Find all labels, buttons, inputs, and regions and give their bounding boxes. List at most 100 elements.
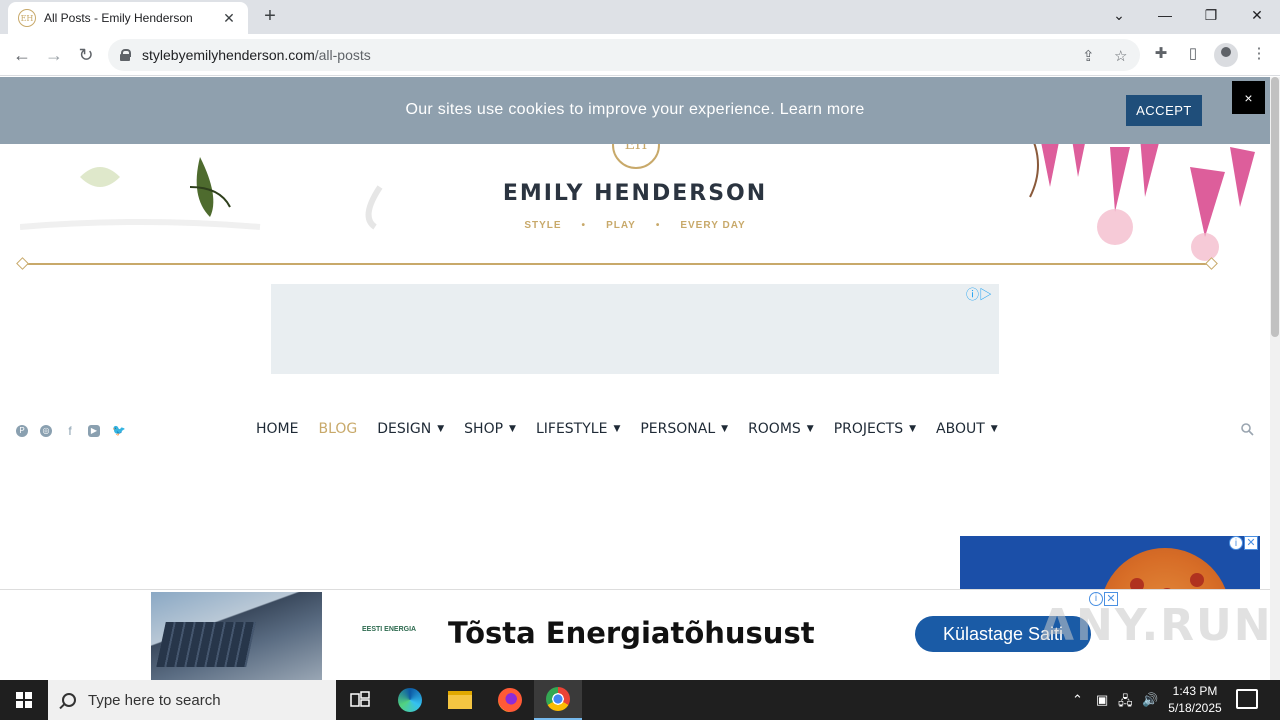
nav-label: DESIGN [377,421,432,437]
cookie-banner: Our sites use cookies to improve your ex… [0,77,1270,144]
nav-blog[interactable]: BLOG [318,421,357,437]
search-icon [62,693,76,707]
share-icon[interactable]: ⇪ [1082,47,1095,65]
tab-close-icon[interactable]: ✕ [220,10,238,27]
edge-icon[interactable] [386,680,434,720]
nav-label: ABOUT [936,421,985,437]
tab-title: All Posts - Emily Henderson [44,11,193,25]
minimize-button[interactable]: — [1142,0,1188,30]
browser-toolbar: ← → ↻ stylebyemilyhenderson.com/all-post… [0,34,1280,76]
bookmark-star-icon[interactable]: ☆ [1114,47,1127,65]
ad-brand-logo: EESTI ENERGIA [362,626,417,633]
forward-icon[interactable]: → [40,41,68,69]
site-tagline: STYLE • PLAY • EVERY DAY [435,220,835,231]
nav-label: BLOG [318,421,358,437]
dropdown-caret-icon: ▼ [909,424,917,434]
divider-diamond-left [16,257,29,270]
page-scrollbar[interactable] [1270,77,1280,680]
file-explorer-icon[interactable] [436,680,484,720]
facebook-icon[interactable]: f [64,425,76,437]
ad-info-icon[interactable]: i [1229,536,1243,550]
windows-taskbar: Type here to search ⌃ ▣ 🖧 🔊 1:43 PM 5/18… [0,680,1280,720]
task-view-icon[interactable] [336,680,384,720]
url-path: /all-posts [314,47,371,63]
nav-shop[interactable]: SHOP ▼ [464,421,516,437]
top-ad-banner[interactable] [271,284,999,374]
web-page: EH EMILY HENDERSON STYLE • PLAY • EVERY DAY … [0,77,1270,680]
nav-personal[interactable]: PERSONAL ▼ [640,421,728,437]
dropdown-caret-icon: ▼ [806,424,814,434]
lock-icon [120,49,131,61]
nav-rooms[interactable]: ROOMS ▼ [748,421,814,437]
firefox-icon[interactable] [486,680,534,720]
nav-label: HOME [256,421,299,437]
pinterest-icon[interactable]: P [16,425,28,437]
main-navigation: HOME BLOG DESIGN ▼ SHOP ▼ LIFESTYLE ▼ PERSO… [256,421,1018,437]
search-placeholder: Type here to search [88,691,221,709]
nav-label: ROOMS [748,421,801,437]
nav-design[interactable]: DESIGN ▼ [377,421,444,437]
watermark-logo: ANY.RUN [1040,600,1273,651]
site-title[interactable]: EMILY HENDERSON [435,181,835,206]
start-button[interactable] [0,680,48,720]
instagram-icon[interactable]: ◎ [40,425,52,437]
network-icon[interactable]: 🖧 [1118,692,1133,714]
dropdown-caret-icon: ▼ [613,424,621,434]
favicon-icon: EH [18,9,36,27]
nav-about[interactable]: ABOUT ▼ [936,421,998,437]
tagline-word: EVERY DAY [680,220,746,231]
tray-chevron-icon[interactable]: ⌃ [1072,692,1083,708]
nav-home[interactable]: HOME [256,421,298,437]
nav-label: LIFESTYLE [535,421,608,437]
nav-lifestyle[interactable]: LIFESTYLE ▼ [536,421,620,437]
social-links: P ◎ f ▶ 🐦 [16,425,126,437]
nav-label: PROJECTS [833,421,904,437]
browser-titlebar: EH All Posts - Emily Henderson ✕ + ⌄ — ❐… [0,0,1280,34]
tab-search-icon[interactable]: ⌄ [1096,0,1142,30]
address-bar[interactable]: stylebyemilyhenderson.com/all-posts ⇪ ☆ [108,39,1140,71]
menu-kebab-icon[interactable]: ⋮ [1248,44,1270,62]
taskbar-clock[interactable]: 1:43 PM 5/18/2025 [1160,683,1230,717]
cookie-accept-button[interactable]: ACCEPT [1126,95,1202,126]
dropdown-caret-icon: ▼ [437,424,445,434]
nav-label: PERSONAL [640,421,716,437]
close-window-button[interactable]: ✕ [1234,0,1280,30]
cookie-message[interactable]: Our sites use cookies to improve your ex… [0,101,1270,119]
profile-avatar[interactable] [1214,43,1238,67]
nav-label: SHOP [464,421,504,437]
tagline-dot: • [655,220,661,231]
taskbar-search[interactable]: Type here to search [48,680,336,720]
dropdown-caret-icon: ▼ [509,424,516,434]
extensions-icon[interactable]: ✚ [1150,44,1172,62]
clock-time: 1:43 PM [1172,684,1218,698]
scrollbar-thumb[interactable] [1271,77,1279,337]
dropdown-caret-icon: ▼ [990,424,998,434]
solar-panel-image [151,592,322,680]
tagline-word: PLAY [606,220,636,231]
ad-close-icon[interactable]: ✕ [1244,536,1258,550]
side-panel-icon[interactable]: ▯ [1182,44,1204,62]
dropdown-caret-icon: ▼ [721,424,729,434]
url-domain: stylebyemilyhenderson.com [142,47,315,63]
youtube-icon[interactable]: ▶ [88,425,100,437]
notification-icon[interactable] [1236,689,1258,709]
windows-logo-icon [16,692,32,708]
adchoices-icon[interactable]: ⓘ▷ [966,284,992,303]
back-icon[interactable]: ← [8,41,36,69]
browser-tab[interactable]: EH All Posts - Emily Henderson ✕ [8,2,248,34]
tagline-word: STYLE [524,220,562,231]
new-tab-button[interactable]: + [258,5,282,29]
twitter-icon[interactable]: 🐦 [112,425,126,437]
volume-icon[interactable]: 🔊 [1142,692,1158,708]
device-icon[interactable]: ▣ [1096,692,1108,708]
restore-button[interactable]: ❐ [1188,0,1234,30]
ad-headline[interactable]: Tõsta Energiatõhusust [448,616,815,650]
tagline-dot: • [581,220,587,231]
clock-date: 5/18/2025 [1168,701,1222,715]
nav-projects[interactable]: PROJECTS ▼ [834,421,916,437]
cookie-close-icon[interactable]: × [1232,81,1265,114]
gold-divider [22,263,1212,265]
chrome-icon[interactable] [534,680,582,720]
search-icon[interactable] [1240,422,1254,436]
reload-icon[interactable]: ↻ [72,41,100,69]
